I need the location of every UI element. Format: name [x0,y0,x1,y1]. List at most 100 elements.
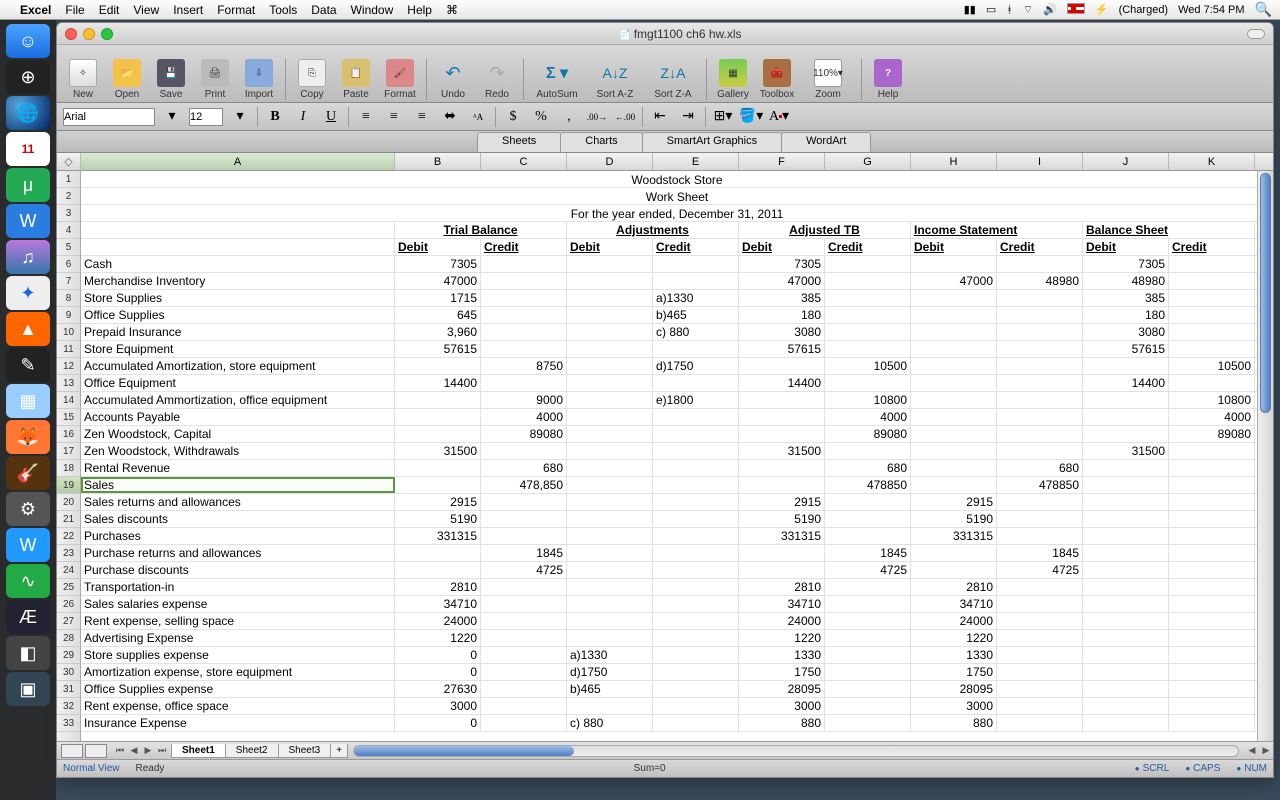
cell[interactable]: Rent expense, office space [81,698,395,714]
font-name-input[interactable] [63,108,155,126]
horizontal-scrollbar[interactable] [353,745,1239,757]
cell[interactable] [1083,358,1169,374]
import-button[interactable]: ⇩Import [239,59,279,100]
cell[interactable] [1083,647,1169,663]
row-header[interactable]: 3 [57,205,80,222]
cell[interactable]: Credit [1169,239,1255,255]
cell[interactable] [481,579,567,595]
cell[interactable]: Accumulated Ammortization, office equipm… [81,392,395,408]
font-size-input[interactable] [189,108,223,126]
cell[interactable] [1169,290,1255,306]
cell[interactable] [567,511,653,527]
sort-za-button[interactable]: Z↓ASort Z-A [646,59,700,100]
dock-dashboard-icon[interactable]: ⊕ [6,60,50,94]
cell[interactable] [653,409,739,425]
cell[interactable]: 3080 [739,324,825,340]
view-mode[interactable]: Normal View [63,763,120,774]
dock-safari-icon[interactable]: ✦ [6,276,50,310]
cell[interactable]: Income Statement [911,222,1083,238]
cell[interactable]: 1715 [395,290,481,306]
cell[interactable]: 24000 [395,613,481,629]
cell[interactable]: 331315 [395,528,481,544]
col-header-f[interactable]: F [739,153,825,170]
merged-title[interactable]: Woodstock Store [81,171,1273,188]
cell[interactable] [739,426,825,442]
cell[interactable]: Debit [739,239,825,255]
cell[interactable] [739,562,825,578]
cell[interactable]: Store supplies expense [81,647,395,663]
cell[interactable] [911,256,997,272]
cell[interactable]: 1845 [481,545,567,561]
cell[interactable] [653,528,739,544]
cell[interactable]: Store Supplies [81,290,395,306]
cell[interactable]: 4000 [1169,409,1255,425]
cell[interactable] [911,307,997,323]
tab-wordart[interactable]: WordArt [781,132,871,152]
cell[interactable] [567,579,653,595]
dock-app3-icon[interactable]: Æ [6,600,50,634]
cell[interactable] [997,290,1083,306]
cell[interactable]: 31500 [395,443,481,459]
row-header[interactable]: 19 [57,477,80,494]
cell[interactable] [567,341,653,357]
row-header[interactable]: 26 [57,596,80,613]
row-header[interactable]: 16 [57,426,80,443]
cell[interactable]: 28095 [739,681,825,697]
cell[interactable] [653,715,739,731]
cell[interactable]: 10800 [825,392,911,408]
cell[interactable]: Office Supplies [81,307,395,323]
cell[interactable] [567,443,653,459]
cell[interactable] [567,596,653,612]
cell[interactable] [395,545,481,561]
col-header-c[interactable]: C [481,153,567,170]
merge-button[interactable]: ⬌ [439,107,461,127]
cell[interactable] [653,562,739,578]
cell[interactable]: 89080 [481,426,567,442]
hscroll-thumb[interactable] [354,746,574,756]
hscroll-left[interactable]: ◀ [1245,745,1259,756]
cell[interactable]: 680 [825,460,911,476]
cell[interactable] [997,375,1083,391]
cell[interactable] [825,443,911,459]
cell[interactable]: 5190 [911,511,997,527]
menu-edit[interactable]: Edit [99,3,120,17]
tab-smartart[interactable]: SmartArt Graphics [642,132,782,152]
cell[interactable] [567,528,653,544]
sort-az-button[interactable]: A↓ZSort A-Z [588,59,642,100]
dock-settings-icon[interactable]: ⚙ [6,492,50,526]
dock-inkwell-icon[interactable]: ✎ [6,348,50,382]
cell[interactable]: 385 [739,290,825,306]
cell[interactable] [653,630,739,646]
dock-preview-icon[interactable]: ▦ [6,384,50,418]
cell[interactable] [997,715,1083,731]
merged-title[interactable]: Work Sheet [81,188,1273,205]
cell[interactable] [997,630,1083,646]
col-header-h[interactable]: H [911,153,997,170]
cell[interactable] [653,477,739,493]
cell[interactable] [1169,647,1255,663]
cell[interactable]: 3000 [739,698,825,714]
cell[interactable] [481,715,567,731]
cell[interactable]: 2915 [395,494,481,510]
dock-garageband-icon[interactable]: 🎸 [6,456,50,490]
cell[interactable]: e)1800 [653,392,739,408]
cell[interactable] [825,273,911,289]
cell[interactable]: 14400 [1083,375,1169,391]
cell[interactable] [1169,511,1255,527]
cell[interactable]: 7305 [739,256,825,272]
toolbox-button[interactable]: 🧰Toolbox [757,59,797,100]
cell[interactable] [997,358,1083,374]
row-header[interactable]: 4 [57,222,80,239]
cell[interactable]: 645 [395,307,481,323]
cell[interactable]: 89080 [1169,426,1255,442]
cell[interactable] [911,290,997,306]
cell[interactable]: Office Supplies expense [81,681,395,697]
cell[interactable]: 31500 [739,443,825,459]
cell[interactable]: Store Equipment [81,341,395,357]
cell[interactable]: b)465 [567,681,653,697]
cell[interactable]: 48980 [1083,273,1169,289]
cell[interactable] [653,256,739,272]
cell[interactable] [739,460,825,476]
dock-firefox-icon[interactable]: 🦊 [6,420,50,454]
cell[interactable] [1083,426,1169,442]
